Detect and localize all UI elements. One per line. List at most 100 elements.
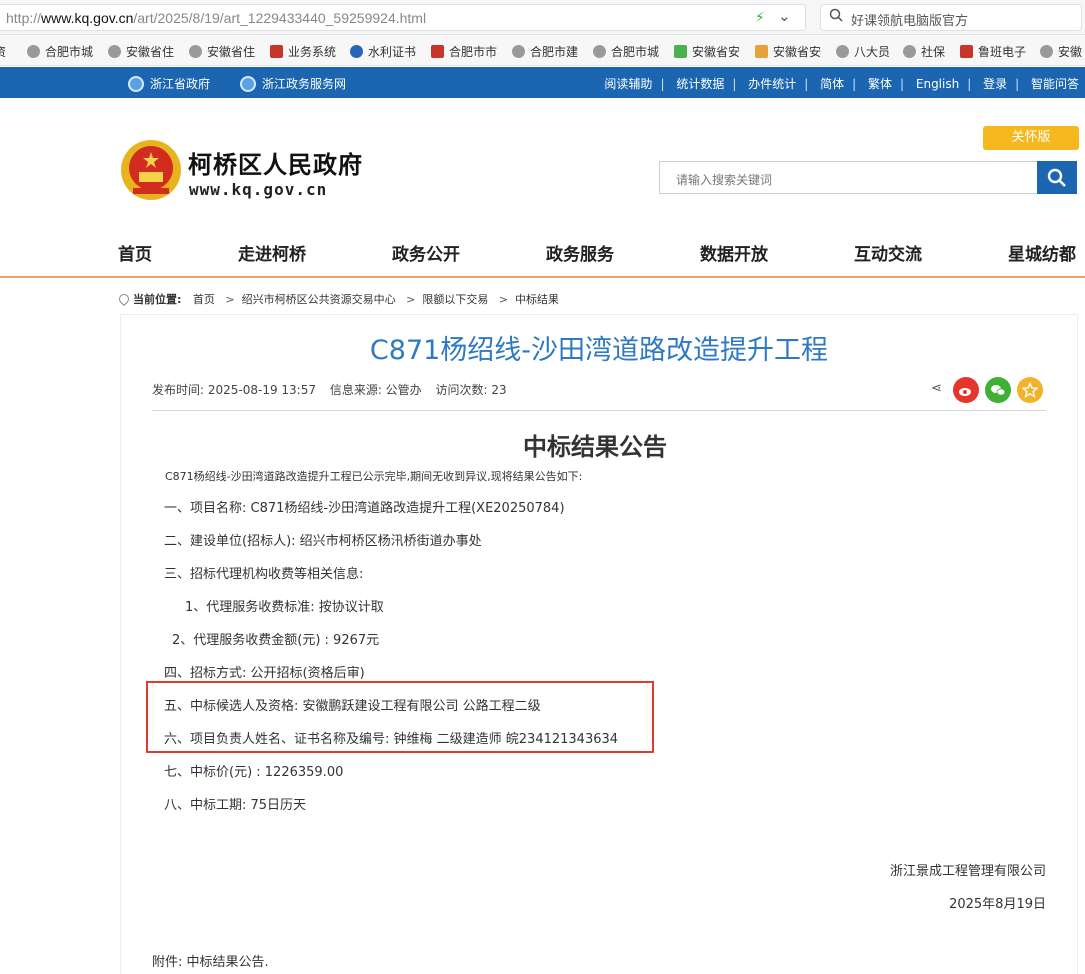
zhejiang-gov-link[interactable]: 浙江省政府 — [128, 75, 210, 92]
breadcrumb-result[interactable]: 中标结果 — [515, 293, 559, 306]
chevron-down-icon[interactable]: ⌄ — [778, 7, 791, 25]
breadcrumb-limited-trading[interactable]: 限额以下交易 — [422, 293, 488, 306]
site-search-button[interactable] — [1037, 161, 1077, 194]
info-source: 信息来源: 公管办 — [329, 383, 422, 397]
globe-icon — [836, 45, 849, 58]
star-icon — [1022, 382, 1038, 398]
site-search-placeholder: 请输入搜索关键词 — [676, 173, 773, 187]
globe-icon — [128, 76, 144, 92]
menu-smart-qa[interactable]: 智能问答 — [1031, 77, 1079, 91]
bookmark-item[interactable]: 鲁班电子 — [960, 43, 1026, 60]
notice-line-project-name: 一、项目名称: C871杨绍线-沙田湾道路改造提升工程(XE20250784) — [164, 501, 565, 516]
nav-about[interactable]: 走进柯桥 — [238, 240, 306, 265]
notice-date: 2025年8月19日 — [949, 897, 1046, 912]
highlight-box — [146, 681, 654, 753]
province-icon — [755, 45, 768, 58]
nav-home[interactable]: 首页 — [118, 240, 152, 265]
main-nav: 首页 走进柯桥 政务公开 政务服务 数据开放 互动交流 星城纺都 — [0, 228, 1085, 278]
wechat-share-button[interactable] — [985, 377, 1011, 403]
menu-english[interactable]: English — [916, 77, 959, 91]
app-icon — [960, 45, 973, 58]
globe-icon — [593, 45, 606, 58]
browser-search-box[interactable]: 好课领航电脑版官方 — [820, 4, 1082, 31]
gov-top-bar: 浙江省政府 浙江政务服务网 阅读辅助 | 统计数据 | 办件统计 | 简体 | 繁体 | … — [0, 67, 1085, 98]
menu-case-stats[interactable]: 办件统计 — [748, 77, 796, 91]
site-search-input[interactable]: 请输入搜索关键词 — [659, 161, 1037, 194]
notice-line-agency-info: 三、招标代理机构收费等相关信息: — [164, 567, 364, 582]
bookmark-item[interactable]: 业务系统 — [270, 43, 336, 60]
weibo-share-button[interactable] — [953, 377, 979, 403]
article-title: C871杨绍线-沙田湾道路改造提升工程 — [369, 335, 829, 366]
nav-gov-affairs[interactable]: 政务公开 — [392, 240, 460, 265]
share-icon[interactable]: ⋖ — [931, 381, 942, 396]
notice-intro: C871杨绍线-沙田湾道路改造提升工程已公示完毕,期间无收到异议,现将结果公告如… — [165, 470, 583, 483]
location-pin-icon — [116, 291, 132, 307]
notice-line-duration: 八、中标工期: 75日历天 — [164, 798, 307, 813]
search-icon — [829, 8, 843, 22]
bookmark-item[interactable]: 合肥市市 — [431, 43, 497, 60]
bookmark-item[interactable]: 合肥市城 — [593, 43, 659, 60]
province-icon — [674, 45, 687, 58]
site-name: 柯桥区人民政府 — [188, 151, 363, 179]
nav-services[interactable]: 政务服务 — [546, 240, 614, 265]
bookmark-item[interactable]: 合肥市建 — [512, 43, 578, 60]
bookmark-item[interactable]: 安徽省安 — [755, 43, 821, 60]
bookmark-item[interactable]: 社保 — [903, 43, 945, 60]
visit-count: 访问次数: 23 — [435, 383, 507, 397]
globe-icon — [240, 76, 256, 92]
bookmark-item[interactable]: 安徽 — [1040, 43, 1082, 60]
bookmark-item[interactable]: 八大员 — [836, 43, 890, 60]
zhejiang-service-link[interactable]: 浙江政务服务网 — [240, 75, 346, 92]
breadcrumb-home[interactable]: 首页 — [193, 293, 215, 306]
menu-login[interactable]: 登录 — [983, 77, 1007, 91]
notice-signer: 浙江景成工程管理有限公司 — [889, 864, 1046, 879]
weibo-icon — [959, 388, 971, 396]
favorite-button[interactable] — [1017, 377, 1043, 403]
notice-heading: 中标结果公告 — [523, 433, 667, 461]
breadcrumb-trading-center[interactable]: 绍兴市柯桥区公共资源交易中心 — [242, 293, 396, 306]
globe-icon — [1040, 45, 1053, 58]
wechat-icon — [991, 385, 1006, 396]
divider — [152, 410, 1046, 411]
bookmark-item[interactable]: 安徽省住 — [189, 43, 255, 60]
publish-time: 发布时间: 2025-08-19 13:57 — [152, 383, 316, 397]
menu-traditional[interactable]: 繁体 — [868, 77, 892, 91]
top-utility-menu: 阅读辅助 | 统计数据 | 办件统计 | 简体 | 繁体 | English | 登录 | 智… — [604, 77, 1079, 91]
url-text: http://www.kq.gov.cn/art/2025/8/19/art_1… — [6, 10, 427, 26]
globe-icon — [189, 45, 202, 58]
lightning-icon[interactable]: ⚡ — [755, 10, 765, 26]
globe-icon — [903, 45, 916, 58]
notice-line-winning-price: 七、中标价(元) : 1226359.00 — [164, 765, 344, 780]
bookmark-item[interactable]: 合肥市城 — [27, 43, 93, 60]
globe-icon — [108, 45, 121, 58]
bookmark-item[interactable]: 资 — [0, 43, 6, 60]
care-mode-button[interactable]: 关怀版 — [983, 126, 1079, 150]
national-emblem-icon — [121, 140, 181, 200]
globe-icon — [27, 45, 40, 58]
breadcrumb: 当前位置: 首页 > 绍兴市柯桥区公共资源交易中心 > 限额以下交易 > 中标结果 — [116, 291, 559, 307]
bookmark-item[interactable]: 安徽省住 — [108, 43, 174, 60]
browser-address-bar: http://www.kq.gov.cn/art/2025/8/19/art_1… — [0, 0, 1085, 35]
url-field[interactable]: http://www.kq.gov.cn/art/2025/8/19/art_1… — [0, 4, 806, 31]
menu-reading-aid[interactable]: 阅读辅助 — [604, 77, 652, 91]
notice-line-bid-method: 四、招标方式: 公开招标(资格后审) — [164, 666, 365, 681]
search-icon — [1047, 168, 1066, 187]
attachment-link[interactable]: 附件: 中标结果公告. — [152, 951, 269, 970]
app-icon — [270, 45, 283, 58]
nav-open-data[interactable]: 数据开放 — [700, 240, 768, 265]
water-icon — [350, 45, 363, 58]
menu-simplified[interactable]: 简体 — [820, 77, 844, 91]
site-domain: www.kq.gov.cn — [189, 180, 328, 199]
notice-line-fee-amount: 2、代理服务收费金额(元) : 9267元 — [172, 633, 380, 648]
nav-interaction[interactable]: 互动交流 — [854, 240, 922, 265]
menu-statistics[interactable]: 统计数据 — [676, 77, 724, 91]
bookmark-item[interactable]: 安徽省安 — [674, 43, 740, 60]
nav-textile-city[interactable]: 星城纺都 — [1008, 240, 1076, 265]
globe-icon — [512, 45, 525, 58]
notice-line-fee-standard: 1、代理服务收费标准: 按协议计取 — [185, 600, 384, 615]
notice-line-tenderer: 二、建设单位(招标人): 绍兴市柯桥区杨汛桥街道办事处 — [164, 534, 482, 549]
article-meta: 发布时间: 2025-08-19 13:57 信息来源: 公管办 访问次数: 2… — [152, 381, 517, 398]
browser-search-text: 好课领航电脑版官方 — [851, 14, 969, 29]
city-icon — [431, 45, 444, 58]
bookmark-item[interactable]: 水利证书 — [350, 43, 416, 60]
